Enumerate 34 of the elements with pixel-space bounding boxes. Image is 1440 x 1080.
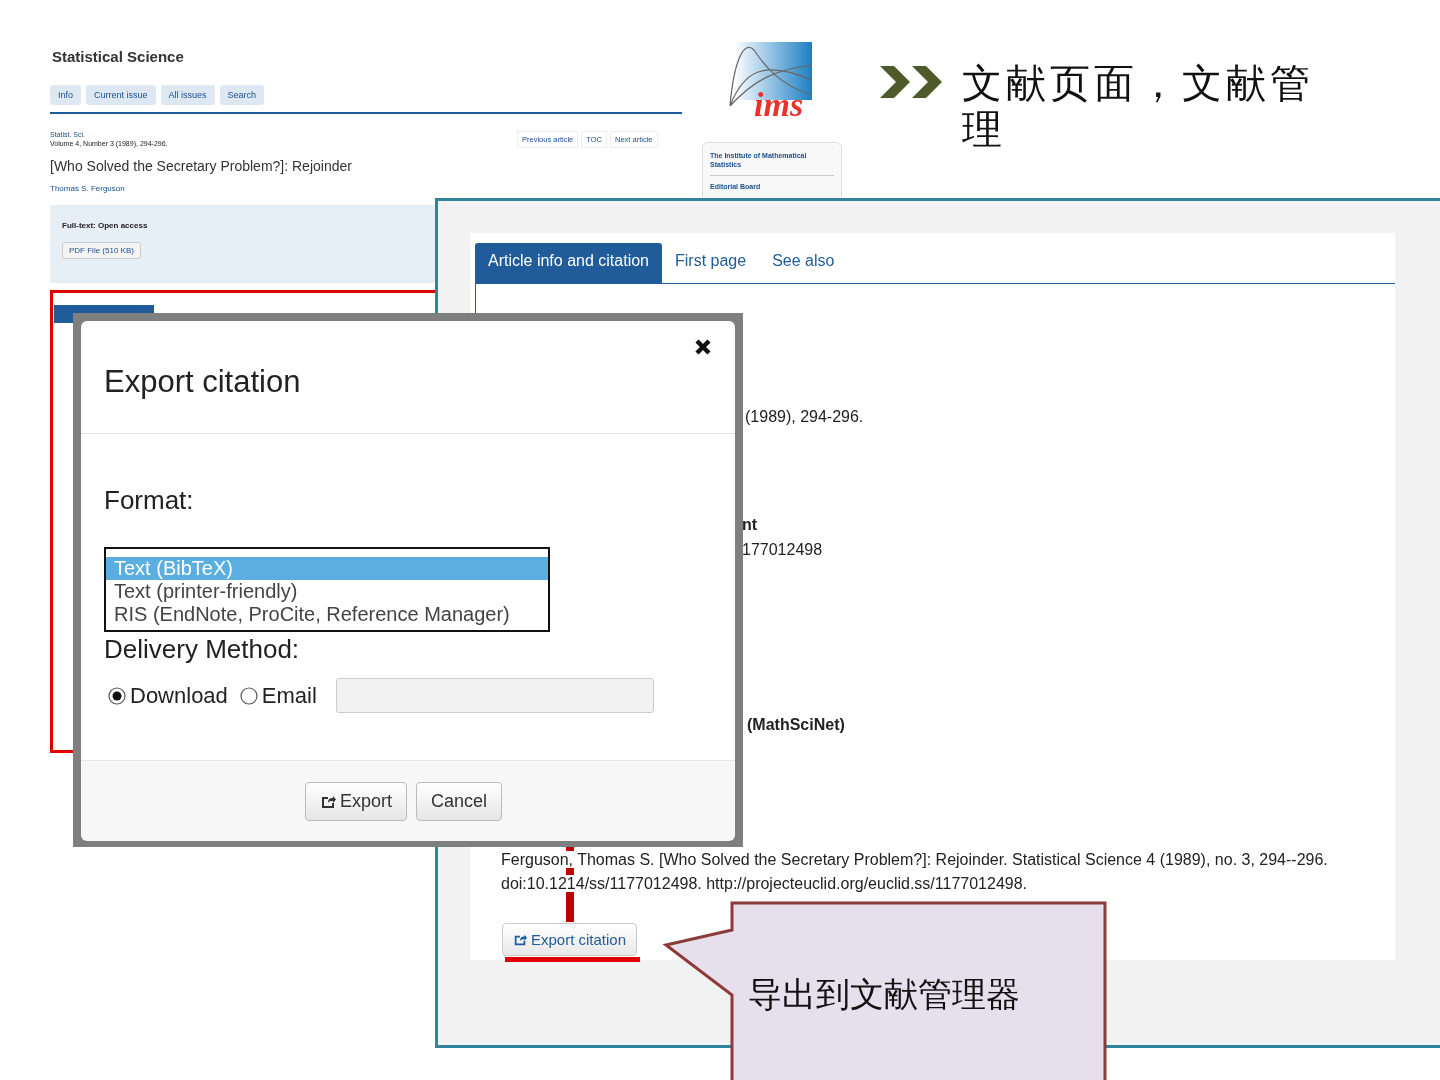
info-text: (1989), 294-296. (745, 408, 864, 426)
pdf-button[interactable]: PDF File (510 KB) (62, 242, 141, 259)
dialog-title: Export citation (104, 364, 301, 400)
fulltext-label: Full-text: Open access (62, 221, 148, 230)
tab[interactable]: First page (662, 243, 760, 283)
radio-icon[interactable] (239, 687, 258, 705)
info-text: nt (742, 516, 758, 534)
callout-text: 导出到文献管理器 (748, 973, 1020, 1016)
nav-tab[interactable]: Current issue (86, 85, 156, 105)
radio-icon[interactable] (108, 687, 126, 705)
author-link[interactable]: Thomas S. Ferguson (50, 184, 125, 193)
dialog-button[interactable]: Cancel (416, 782, 503, 821)
delivery-label: Delivery Method: (104, 634, 300, 665)
tab[interactable]: See also (759, 243, 848, 283)
format-option[interactable]: Text (printer-friendly) (106, 580, 548, 603)
format-listbox[interactable]: Text (BibTeX) Text (printer-friendly) RIS (EndNote, ProCite, Reference Manager) (104, 547, 550, 632)
dialog-button[interactable]: Export (305, 782, 408, 821)
format-option[interactable]: RIS (EndNote, ProCite, Reference Manager) (106, 603, 548, 626)
share-icon (513, 932, 527, 947)
info-text: 177012498 (742, 541, 823, 559)
close-icon[interactable] (694, 338, 712, 356)
tab[interactable]: Article info and citation (475, 243, 662, 283)
info-text: (MathSciNet) (747, 716, 845, 734)
nav-tab[interactable]: All issues (160, 85, 215, 105)
article-title: [Who Solved the Secretary Problem?]: Rejoinder (50, 158, 352, 174)
nav-tab[interactable]: Info (50, 85, 81, 105)
slide-heading: 文献页面，文献管理 (962, 60, 1315, 152)
format-label: Format: (104, 485, 194, 516)
email-field[interactable] (336, 678, 654, 713)
nav-tab[interactable]: Search (219, 85, 265, 105)
delivery-radio[interactable]: Email (239, 683, 317, 709)
delivery-radio[interactable]: Download (108, 683, 228, 709)
journal-title: Statistical Science (52, 48, 184, 65)
export-citation-button[interactable]: Export citation (502, 923, 638, 956)
